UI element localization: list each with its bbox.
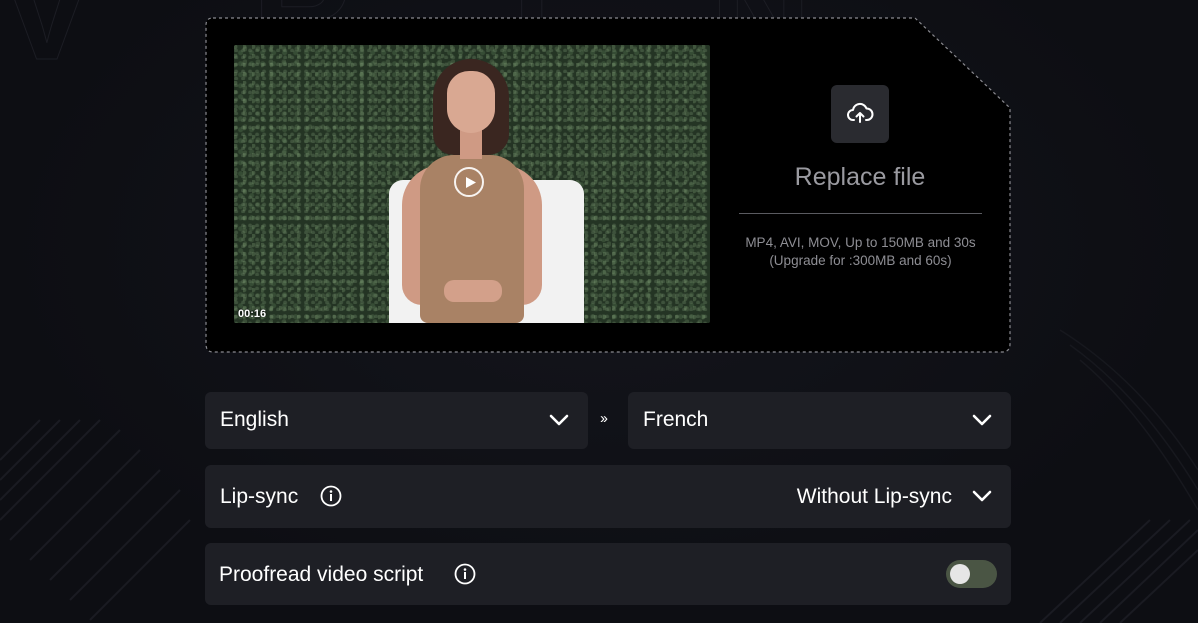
lipsync-label: Lip-sync (220, 485, 299, 508)
chevron-down-icon (972, 490, 992, 502)
chevron-down-icon (549, 414, 569, 426)
target-language-value: French (643, 408, 709, 431)
video-person-face (447, 71, 495, 133)
source-language-select[interactable]: English (205, 392, 588, 449)
proofread-toggle[interactable] (946, 560, 997, 588)
page: V R I N (0, 0, 1198, 623)
video-person-neck (460, 129, 482, 159)
play-button[interactable] (454, 167, 484, 197)
upgrade-note: (Upgrade for :300MB and 60s) (769, 252, 952, 268)
proofread-row: Proofread video script (205, 543, 1011, 605)
target-language-select[interactable]: French (628, 392, 1011, 449)
info-icon[interactable] (454, 563, 476, 585)
format-info: MP4, AVI, MOV, Up to 150MB and 30s (Upgr… (739, 234, 982, 269)
lipsync-row: Lip-sync Without Lip-sync (205, 465, 1011, 528)
cloud-upload-icon (847, 102, 874, 123)
upload-divider (739, 213, 982, 214)
language-arrow-icon: ›› (600, 410, 608, 427)
play-icon (466, 177, 476, 188)
format-limits: MP4, AVI, MOV, Up to 150MB and 30s (745, 235, 976, 250)
video-duration: 00:16 (238, 308, 267, 320)
toggle-knob (950, 564, 970, 584)
replace-file-label[interactable]: Replace file (739, 163, 981, 192)
proofread-label: Proofread video script (219, 563, 424, 586)
upload-button[interactable] (831, 85, 889, 143)
video-preview[interactable]: 00:16 (234, 45, 710, 323)
source-language-value: English (220, 408, 289, 431)
chevron-down-icon (972, 414, 992, 426)
video-person-hands (444, 280, 502, 302)
upload-card: 00:16 Replace file MP4, AVI, MOV, Up to … (205, 17, 1011, 353)
lipsync-value: Without Lip-sync (796, 485, 952, 508)
info-icon[interactable] (320, 485, 342, 507)
